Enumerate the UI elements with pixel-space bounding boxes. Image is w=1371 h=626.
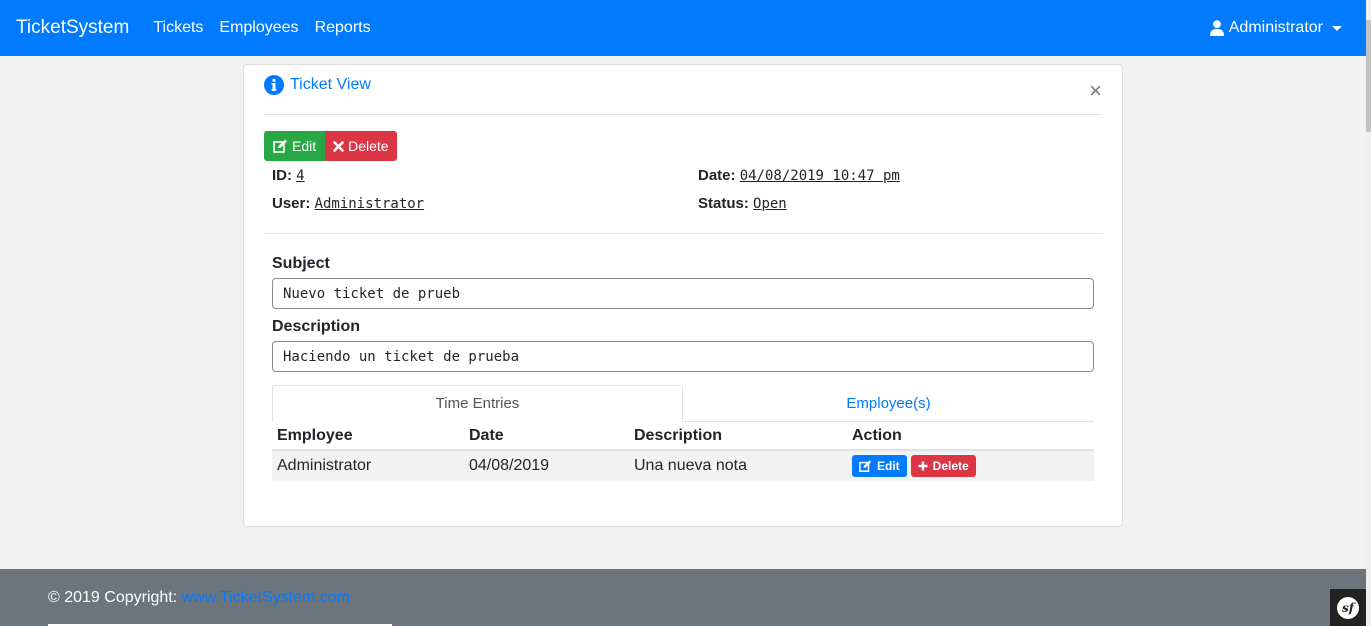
ticket-date-value: 04/08/2019 10:47 pm [739,168,900,184]
card-title: Ticket View [264,75,371,95]
delete-entry-label: Delete [932,459,969,473]
column-header-description: Description [634,427,723,444]
tab-employees[interactable]: Employee(s) [683,385,1094,422]
page-footer: © 2019 Copyright: www.TicketSystem.com s… [0,569,1366,626]
column-header-action: Action [852,427,902,444]
row-actions: Edit Delete [852,455,980,477]
user-menu-label: Administrator [1228,19,1323,36]
symfony-logo-icon: sf [1337,596,1359,619]
cell-date: 04/08/2019 [469,457,550,474]
nav-link-reports[interactable]: Reports [315,19,371,37]
description-field[interactable]: Haciendo un ticket de prueba [272,341,1094,372]
footer-copyright: © 2019 Copyright: www.TicketSystem.com [48,589,350,607]
section-divider [264,233,1102,234]
ticket-status: Status: Open [698,195,787,212]
ticket-id-value: 4 [296,168,305,184]
tab-time-entries[interactable]: Time Entries [272,385,683,422]
info-circle-icon [264,75,284,95]
nav-link-employees[interactable]: Employees [219,19,298,37]
cell-description: Una nueva nota [634,457,747,474]
times-icon [333,140,344,152]
delete-ticket-button[interactable]: Delete [325,131,397,161]
ticket-date-label: Date: [698,167,736,184]
top-navbar: TicketSystem Tickets Employees Reports A… [0,0,1366,56]
card-title-text: Ticket View [290,76,371,93]
ticket-user: User: Administrator [272,195,424,212]
time-entries-table: Employee Date Description Action Adminis… [272,423,1094,481]
ticket-date: Date: 04/08/2019 10:47 pm [698,167,900,184]
caret-down-icon [1332,25,1342,31]
ticket-id: ID: 4 [272,167,305,184]
edit-entry-label: Edit [877,459,900,473]
brand-logo[interactable]: TicketSystem [16,17,129,39]
footer-site-link[interactable]: www.TicketSystem.com [182,589,350,606]
user-menu-dropdown[interactable]: Administrator [1209,19,1342,37]
edit-icon [859,460,872,472]
symfony-toolbar-toggle[interactable]: sf [1330,589,1366,626]
ticket-view-card: Ticket View × Edit Delete ID: 4 User: Ad… [243,64,1123,527]
edit-ticket-button[interactable]: Edit [264,131,326,161]
edit-entry-button[interactable]: Edit [852,455,907,477]
table-header: Employee Date Description Action [272,423,1094,451]
ticket-user-value: Administrator [314,196,425,212]
description-label: Description [272,318,361,335]
ticket-user-label: User: [272,195,311,212]
close-button[interactable]: × [1089,80,1102,102]
detail-tabs: Time Entries Employee(s) [272,385,1094,422]
user-icon [1209,20,1224,36]
ticket-status-label: Status: [698,195,749,212]
edit-icon [273,139,287,153]
delete-ticket-label: Delete [348,138,389,154]
copyright-text: © 2019 Copyright: [48,589,178,606]
card-header: Ticket View × [264,75,1102,115]
edit-ticket-label: Edit [292,138,317,154]
plus-icon [918,461,928,471]
table-row: Administrator 04/08/2019 Una nueva nota … [272,451,1094,481]
cell-employee: Administrator [277,457,372,474]
delete-entry-button[interactable]: Delete [910,455,976,477]
column-header-date: Date [469,427,504,444]
subject-label: Subject [272,255,330,272]
ticket-action-buttons: Edit Delete [264,131,397,161]
column-header-employee: Employee [277,427,353,444]
subject-field[interactable]: Nuevo ticket de prueb [272,278,1094,309]
ticket-status-value: Open [753,196,787,212]
nav-link-tickets[interactable]: Tickets [153,19,203,37]
scrollbar-thumb[interactable] [1366,20,1371,132]
page-scrollbar[interactable] [1366,0,1371,626]
ticket-id-label: ID: [272,167,292,184]
